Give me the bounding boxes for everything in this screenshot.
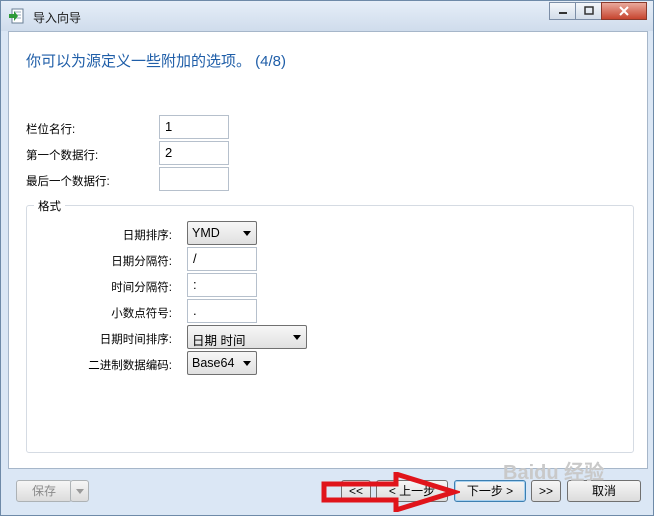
first-data-row-label: 第一个数据行: <box>26 150 99 162</box>
binary-encoding-label: 二进制数据编码: <box>88 360 172 372</box>
close-button[interactable] <box>601 2 647 20</box>
maximize-button[interactable] <box>575 2 602 20</box>
date-separator-label: 日期分隔符: <box>111 256 172 268</box>
last-data-row-input[interactable] <box>159 167 229 191</box>
format-group-label: 格式 <box>34 198 65 214</box>
minimize-button[interactable] <box>549 2 576 20</box>
red-arrow-annotation-icon <box>321 472 460 512</box>
time-separator-input[interactable]: : <box>187 273 257 297</box>
wizard-heading: 你可以为源定义一些附加的选项。 (4/8) <box>26 53 287 70</box>
window-controls <box>549 2 647 20</box>
datetime-order-label: 日期时间排序: <box>99 334 172 346</box>
last-data-row-label: 最后一个数据行: <box>26 176 110 188</box>
minimize-icon <box>558 12 567 14</box>
chevron-down-icon <box>293 335 301 340</box>
title-bar[interactable]: 导入向导 <box>1 1 653 31</box>
chevron-down-icon <box>243 361 251 366</box>
wizard-content: 你可以为源定义一些附加的选项。 (4/8) 栏位名行: 1 第一个数据行: 2 … <box>8 31 648 469</box>
date-order-label: 日期排序: <box>122 230 172 242</box>
save-dropdown-button[interactable] <box>70 480 89 502</box>
import-wizard-window: 导入向导 你可以为源定义一些附加的选项。 (4/8) 栏位名行: 1 第一个数据… <box>0 0 654 516</box>
binary-encoding-value: Base64 <box>192 356 235 370</box>
import-wizard-icon <box>9 8 24 24</box>
date-order-select[interactable]: YMD <box>187 221 257 245</box>
binary-encoding-select[interactable]: Base64 <box>187 351 257 375</box>
date-separator-input[interactable]: / <box>187 247 257 271</box>
chevron-down-icon <box>76 489 84 494</box>
decimal-symbol-label: 小数点符号: <box>111 308 172 320</box>
date-order-value: YMD <box>192 226 220 240</box>
time-separator-label: 时间分隔符: <box>111 282 172 294</box>
save-button[interactable]: 保存 <box>16 480 72 502</box>
maximize-icon <box>583 6 594 15</box>
datetime-order-value: 日期 时间 <box>192 334 246 348</box>
close-icon <box>619 6 629 16</box>
datetime-order-select[interactable]: 日期 时间 <box>187 325 307 349</box>
chevron-down-icon <box>243 231 251 236</box>
window-title: 导入向导 <box>33 11 82 25</box>
decimal-symbol-input[interactable]: . <box>187 299 257 323</box>
field-name-row-input[interactable]: 1 <box>159 115 229 139</box>
field-name-row-label: 栏位名行: <box>26 124 76 136</box>
first-data-row-input[interactable]: 2 <box>159 141 229 165</box>
watermark: Baidu 经验 <box>503 462 605 484</box>
